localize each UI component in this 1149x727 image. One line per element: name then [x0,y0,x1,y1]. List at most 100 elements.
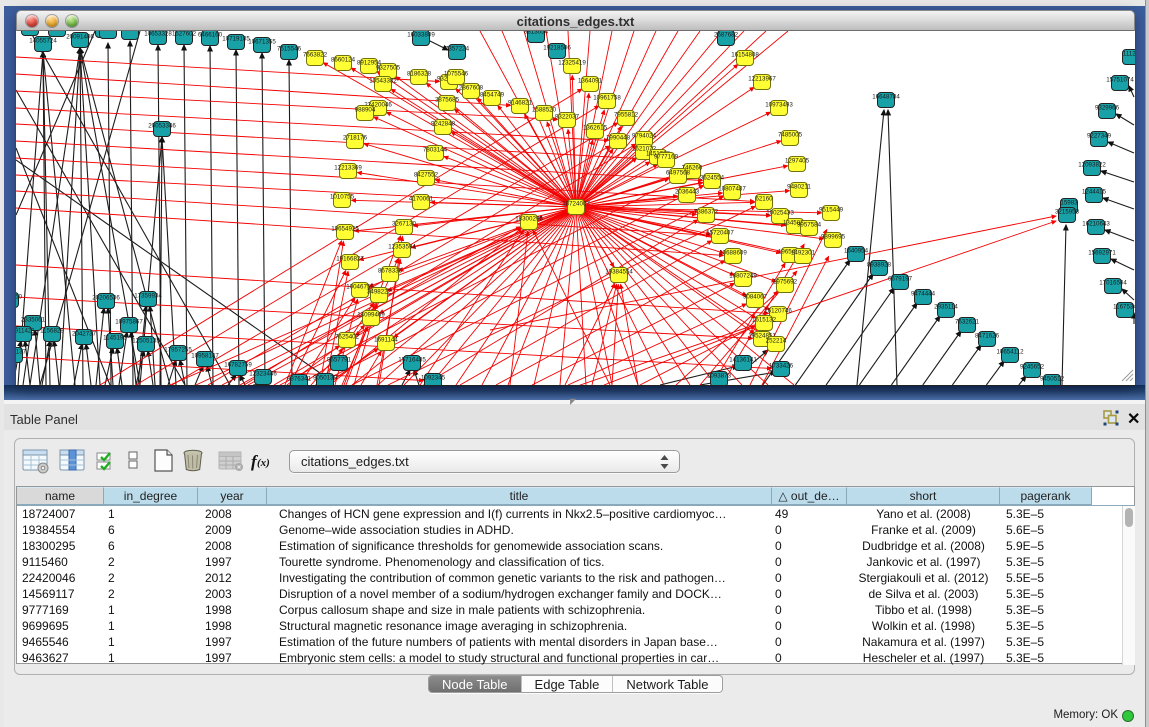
svg-text:10807487: 10807487 [718,186,746,193]
svg-text:1527602: 1527602 [172,31,197,38]
svg-text:18300295: 18300295 [515,216,543,223]
svg-text:1905137: 1905137 [16,349,27,356]
svg-text:1075546: 1075546 [444,71,469,78]
svg-text:16782759: 16782759 [224,362,252,369]
svg-text:(x): (x) [257,457,270,469]
svg-text:9050139: 9050139 [313,375,338,382]
svg-text:1244415: 1244415 [1082,189,1107,196]
svg-text:17957255: 17957255 [164,347,192,354]
svg-text:16120746: 16120746 [764,308,792,315]
svg-text:8427552: 8427552 [414,172,439,179]
svg-text:1297405: 1297405 [785,158,810,165]
svg-text:3498222: 3498222 [367,289,392,296]
svg-text:18724007: 18724007 [562,201,590,208]
svg-text:18807249: 18807249 [729,273,757,280]
svg-text:17359934: 17359934 [134,293,162,300]
svg-text:7515546: 7515546 [277,46,302,53]
svg-text:8186328: 8186328 [407,71,432,78]
svg-text:10025433: 10025433 [766,210,794,217]
svg-text:15751074: 15751074 [1106,77,1134,84]
svg-text:9450512: 9450512 [1040,376,1065,383]
svg-text:20053346: 20053346 [148,123,176,130]
svg-text:10671355: 10671355 [248,39,276,46]
svg-text:7955812: 7955812 [614,112,639,119]
svg-text:2042737: 2042737 [72,331,97,338]
svg-text:11123: 11123 [1123,51,1135,58]
svg-text:2687682: 2687682 [714,32,739,39]
svg-text:7803144: 7803144 [423,147,448,154]
svg-text:2036443: 2036443 [675,189,700,196]
svg-text:252214: 252214 [766,338,787,345]
svg-text:988904: 988904 [355,107,376,114]
svg-text:2335061: 2335061 [21,317,46,324]
svg-text:14099469: 14099469 [357,312,385,319]
svg-text:15716485: 15716485 [398,357,426,364]
svg-text:7485005: 7485005 [778,132,803,139]
svg-text:1167534: 1167534 [1113,304,1135,311]
svg-text:9777169: 9777169 [654,154,679,161]
svg-text:2935114: 2935114 [934,304,958,311]
svg-text:1975692: 1975692 [773,279,798,286]
svg-text:12325419: 12325419 [558,60,586,67]
svg-text:7663822: 7663822 [303,52,328,59]
svg-text:15983: 15983 [1060,200,1078,207]
svg-text:16210643: 16210643 [1082,221,1110,228]
svg-text:9242848: 9242848 [431,121,456,128]
svg-text:14136141: 14136141 [729,357,757,364]
svg-text:12213369: 12213369 [334,165,362,172]
svg-text:15692971: 15692971 [1088,250,1116,257]
svg-text:1990448: 1990448 [606,135,631,142]
svg-text:1860322: 1860322 [96,31,121,32]
svg-text:8471626: 8471626 [975,333,1000,340]
svg-text:9657791: 9657791 [327,357,352,364]
svg-text:10654112: 10654112 [996,349,1024,356]
svg-text:9227349: 9227349 [1087,133,1112,140]
svg-text:3267130: 3267130 [392,221,417,228]
svg-text:12353594: 12353594 [388,244,416,251]
svg-text:10688609: 10688609 [719,250,747,257]
svg-text:1640954: 1640954 [844,248,869,255]
svg-text:10961758: 10961758 [593,95,621,102]
svg-text:8678335: 8678335 [378,268,403,275]
svg-text:10719185: 10719185 [222,36,250,43]
svg-text:12213967: 12213967 [748,76,776,83]
svg-text:1156829: 1156829 [40,328,64,335]
svg-text:10958107: 10958107 [191,353,219,360]
svg-text:1588520: 1588520 [532,107,557,114]
svg-text:9794024: 9794024 [632,133,657,140]
svg-text:7386372: 7386372 [694,209,719,216]
svg-text:9480211: 9480211 [787,184,811,191]
svg-text:7357224: 7357224 [445,46,470,53]
svg-text:8660124: 8660124 [331,57,356,64]
svg-text:1092345: 1092345 [421,375,446,382]
svg-text:1362615: 1362615 [583,125,608,132]
svg-text:3215953: 3215953 [1055,209,1080,216]
svg-text:9474444: 9474444 [911,291,936,298]
svg-text:1492301: 1492301 [791,250,816,257]
svg-text:9084067: 9084067 [743,294,768,301]
svg-text:10653328: 10653328 [144,31,172,38]
svg-text:1691144: 1691144 [374,337,398,344]
svg-text:1010755: 1010755 [330,194,355,201]
svg-text:16648784: 16648784 [872,94,900,101]
svg-text:7632621: 7632621 [955,319,980,326]
svg-text:9329966: 9329966 [1095,105,1120,112]
svg-text:17016504: 17016504 [1099,280,1127,287]
svg-text:10975867: 10975867 [115,319,143,326]
svg-text:8322037: 8322037 [555,114,580,121]
svg-text:20206536: 20206536 [92,295,120,302]
svg-text:9619423: 9619423 [118,31,143,33]
svg-text:4170061: 4170061 [409,196,434,203]
svg-text:20091406: 20091406 [66,34,94,41]
svg-text:9876341: 9876341 [287,376,312,383]
svg-text:7625402: 7625402 [335,334,360,341]
svg-text:9146821: 9146821 [508,100,533,107]
svg-text:62160: 62160 [755,196,773,203]
svg-text:10543382: 10543382 [369,78,397,85]
svg-text:9245652: 9245652 [1020,364,1045,371]
svg-text:12323446: 12323446 [249,371,277,378]
svg-text:9327505: 9327505 [376,65,401,72]
svg-text:19384554: 19384554 [605,269,633,276]
svg-text:3911421: 3911421 [16,328,35,335]
svg-text:8454749: 8454749 [480,92,505,99]
